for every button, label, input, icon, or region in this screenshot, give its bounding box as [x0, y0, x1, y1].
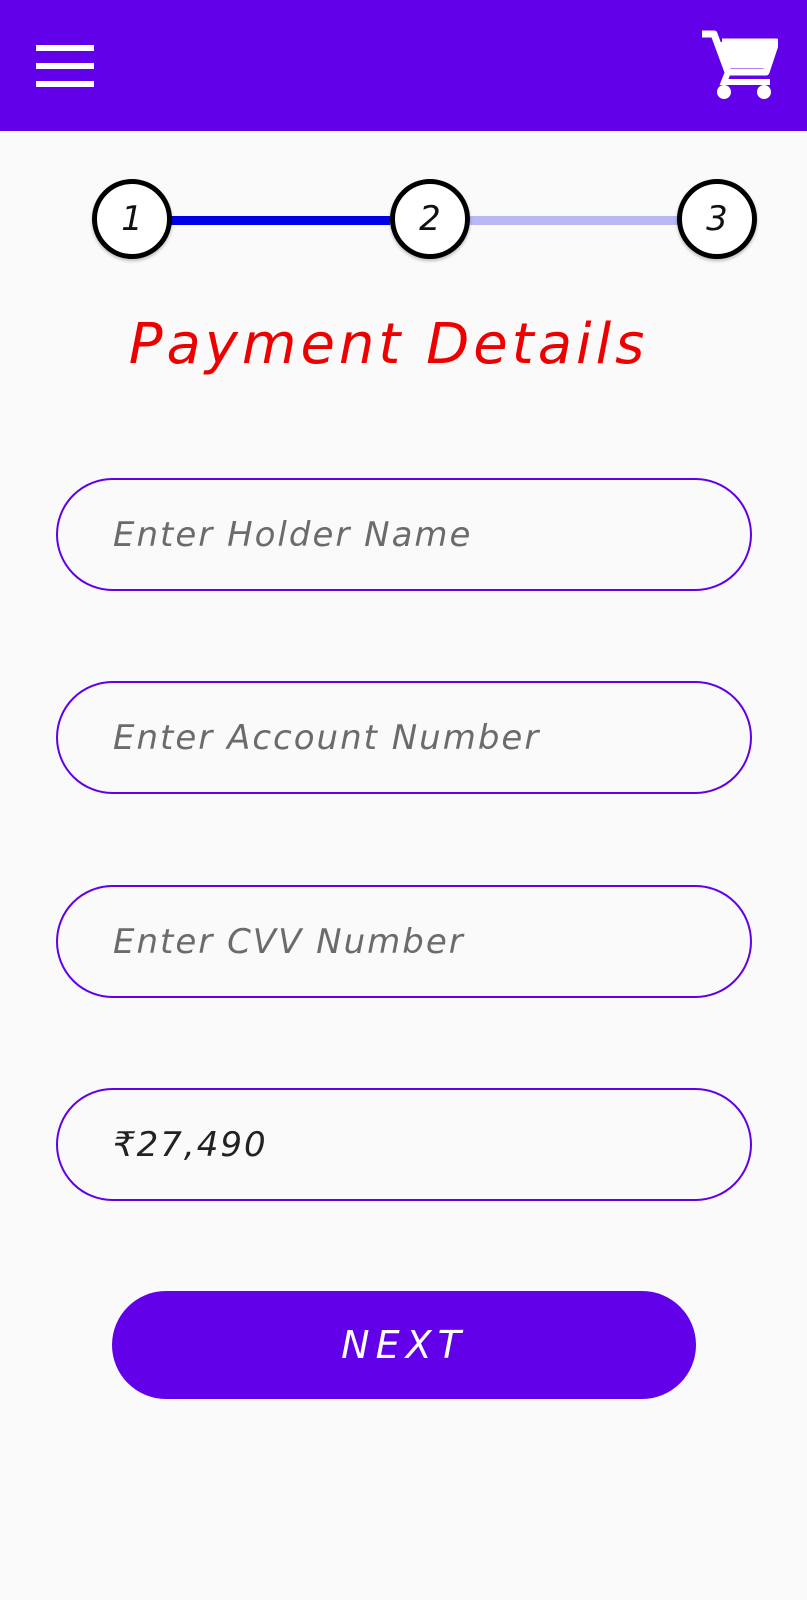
- step-2: 2: [390, 179, 470, 259]
- cvv-field[interactable]: [56, 885, 752, 998]
- shopping-cart-icon: [702, 30, 780, 99]
- step-connector-pending: [470, 216, 680, 225]
- amount-input[interactable]: [113, 1090, 713, 1199]
- account-number-field[interactable]: [56, 681, 752, 794]
- page-title: Payment Details: [128, 312, 649, 377]
- account-number-input[interactable]: [113, 683, 713, 792]
- cvv-input[interactable]: [113, 887, 713, 996]
- cart-button[interactable]: [700, 28, 780, 102]
- amount-field[interactable]: [56, 1088, 752, 1201]
- menu-button[interactable]: [30, 38, 102, 94]
- app-bar: [0, 0, 807, 131]
- hamburger-menu-icon: [36, 45, 94, 87]
- next-button[interactable]: NEXT: [112, 1291, 696, 1399]
- holder-name-input[interactable]: [113, 480, 713, 589]
- step-1: 1: [92, 179, 172, 259]
- step-3: 3: [677, 179, 757, 259]
- progress-stepper: 1 2 3: [0, 170, 807, 270]
- step-connector-completed: [170, 216, 390, 225]
- holder-name-field[interactable]: [56, 478, 752, 591]
